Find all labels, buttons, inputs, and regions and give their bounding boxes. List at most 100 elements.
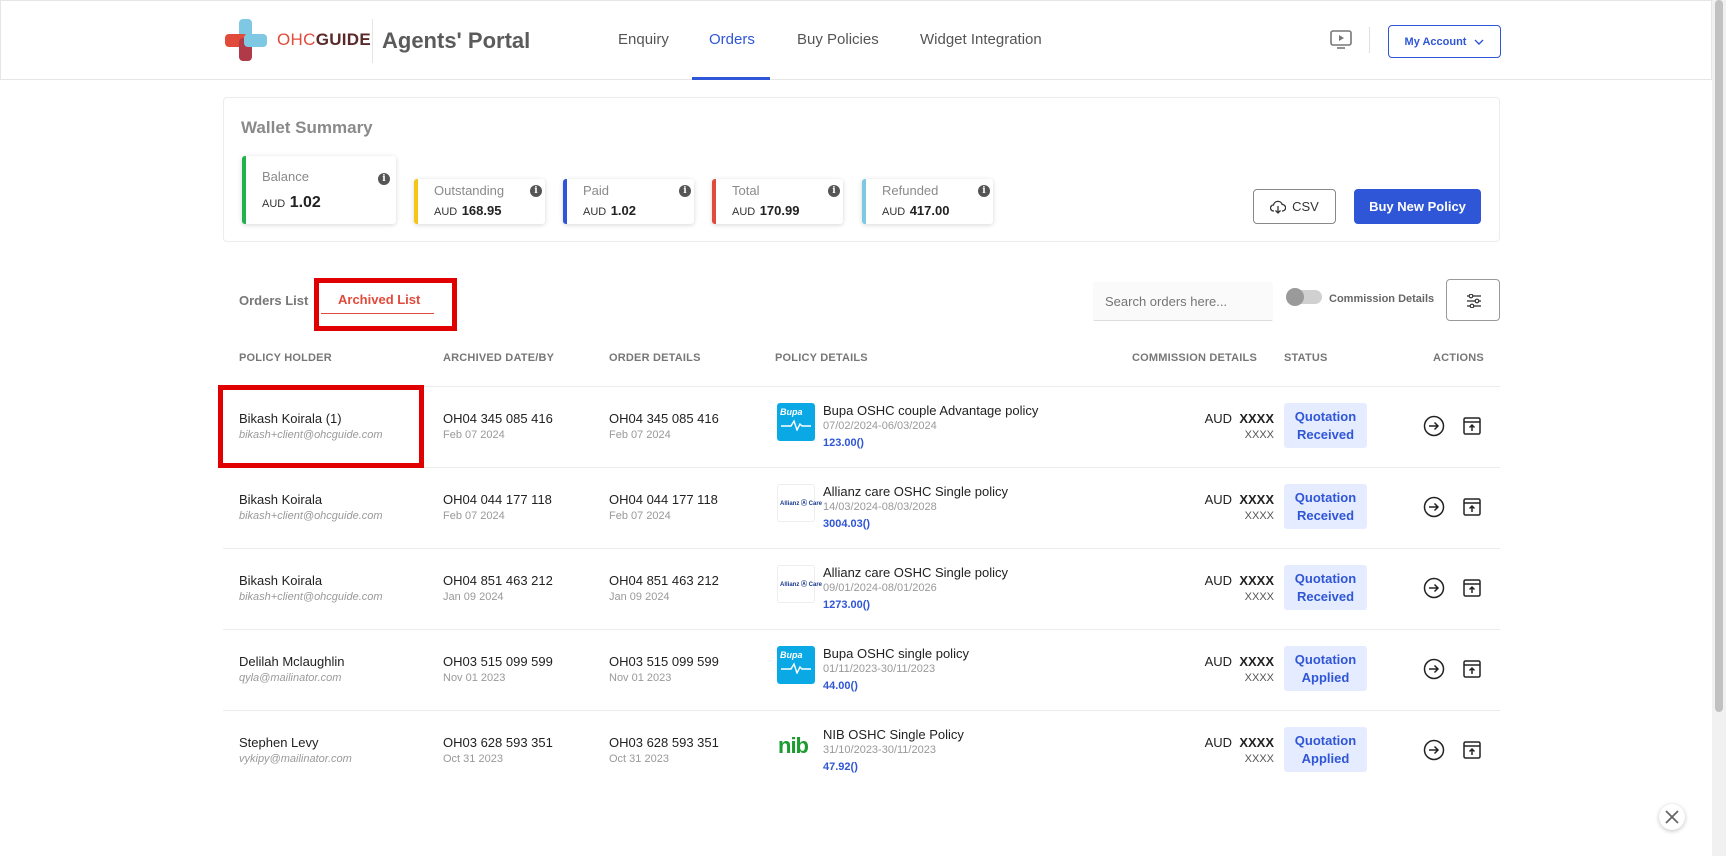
policy-dates: 01/11/2023-30/11/2023 — [823, 663, 936, 675]
commission-amount: AUD XXXX — [1154, 735, 1274, 750]
policy-dates: 31/10/2023-30/11/2023 — [823, 744, 936, 756]
order-number[interactable]: OH04 851 463 212 — [609, 573, 719, 588]
nav-enquiry[interactable]: Enquiry — [618, 31, 669, 48]
view-order-icon[interactable] — [1423, 415, 1445, 437]
info-icon[interactable]: i — [679, 185, 691, 197]
unarchive-icon[interactable] — [1461, 739, 1483, 761]
insurer-logo-allianz: Allianz Ⓐ Care — [777, 484, 822, 522]
policy-holder-name[interactable]: Delilah Mclaughlin — [239, 654, 345, 669]
logo-wordmark[interactable]: OHCGUIDE — [277, 30, 371, 50]
wallet-card-balance: Balance AUD 1.02 i — [242, 156, 396, 224]
nib-logo-text: nib — [778, 733, 809, 758]
policy-dates: 07/02/2024-06/03/2024 — [823, 420, 937, 432]
commission-sub-value: XXXX — [1244, 429, 1274, 441]
table-row[interactable]: Bikash Koirala bikash+client@ohcguide.co… — [223, 467, 1500, 548]
status-line-2: Applied — [1301, 751, 1350, 766]
table-row[interactable]: Bikash Koirala bikash+client@ohcguide.co… — [223, 548, 1500, 629]
info-icon[interactable]: i — [978, 185, 990, 197]
commission-currency: AUD — [1204, 411, 1233, 426]
policy-amount[interactable]: 3004.03() — [823, 518, 870, 530]
insurer-logo-bupa: Bupa — [777, 403, 815, 441]
policy-name: Bupa OSHC couple Advantage policy — [823, 403, 1039, 418]
order-number[interactable]: OH03 515 099 599 — [609, 654, 719, 669]
logo-text-guide: GUIDE — [315, 30, 372, 49]
policy-amount[interactable]: 123.00() — [823, 437, 864, 449]
policy-holder-email: vykipy@mailinator.com — [239, 753, 352, 765]
view-order-icon[interactable] — [1423, 658, 1445, 680]
tutorial-video-icon[interactable] — [1330, 30, 1352, 50]
policy-holder-email: qyla@mailinator.com — [239, 672, 342, 684]
policy-holder-name[interactable]: Bikash Koirala — [239, 573, 322, 588]
view-order-icon[interactable] — [1423, 496, 1445, 518]
view-order-icon[interactable] — [1423, 739, 1445, 761]
status-line-2: Applied — [1301, 670, 1350, 685]
currency-code: AUD — [583, 206, 607, 218]
sliders-icon — [1467, 294, 1481, 308]
archived-number: OH04 345 085 416 — [443, 411, 553, 426]
wallet-card-refunded: Refunded AUD 417.00 i — [862, 179, 993, 224]
commission-sub-value: XXXX — [1244, 591, 1274, 603]
col-header-policy-details[interactable]: POLICY DETAILS — [775, 352, 868, 364]
cloud-download-icon — [1270, 200, 1287, 214]
unarchive-icon[interactable] — [1461, 577, 1483, 599]
unarchive-icon[interactable] — [1461, 496, 1483, 518]
wallet-card-amount: AUD 168.95 — [434, 202, 501, 220]
nav-active-indicator — [692, 77, 770, 80]
status-line-1: Quotation — [1294, 733, 1357, 748]
info-icon[interactable]: i — [530, 185, 542, 197]
close-icon[interactable] — [1659, 804, 1685, 830]
nav-widget-integration[interactable]: Widget Integration — [920, 31, 1042, 48]
insurer-logo-allianz: Allianz Ⓐ Care — [777, 565, 822, 603]
archived-number: OH04 044 177 118 — [443, 492, 552, 507]
commission-value: XXXX — [1239, 735, 1274, 750]
policy-amount[interactable]: 44.00() — [823, 680, 858, 692]
policy-holder-name[interactable]: Stephen Levy — [239, 735, 319, 750]
wallet-card-value: 1.02 — [610, 203, 636, 218]
wallet-card-label: Paid — [583, 183, 610, 198]
policy-amount[interactable]: 1273.00() — [823, 599, 870, 611]
status-line-1: Quotation — [1294, 490, 1357, 505]
page-scrollbar-thumb[interactable] — [1715, 0, 1723, 712]
ohcguide-logo-icon[interactable] — [225, 19, 267, 61]
policy-holder-email: bikash+client@ohcguide.com — [239, 591, 383, 603]
unarchive-icon[interactable] — [1461, 415, 1483, 437]
bupa-logo-text: Bupa — [780, 650, 803, 660]
view-order-icon[interactable] — [1423, 577, 1445, 599]
col-header-order-details[interactable]: ORDER DETAILS — [609, 352, 701, 364]
order-number[interactable]: OH04 345 085 416 — [609, 411, 719, 426]
policy-amount[interactable]: 47.92() — [823, 761, 858, 773]
unarchive-icon[interactable] — [1461, 658, 1483, 680]
order-number[interactable]: OH04 044 177 118 — [609, 492, 718, 507]
chevron-down-icon — [1474, 39, 1484, 45]
filter-settings-button[interactable] — [1446, 279, 1500, 321]
order-date: Nov 01 2023 — [609, 672, 672, 684]
nav-buy-policies[interactable]: Buy Policies — [797, 31, 879, 48]
col-header-policy-holder[interactable]: POLICY HOLDER — [239, 352, 332, 364]
table-row[interactable]: Stephen Levy vykipy@mailinator.com OH03 … — [223, 710, 1500, 791]
info-icon[interactable]: i — [828, 185, 840, 197]
commission-amount: AUD XXXX — [1154, 654, 1274, 669]
col-header-status[interactable]: STATUS — [1284, 352, 1328, 364]
status-badge: Quotation Received — [1284, 403, 1367, 448]
info-icon[interactable]: i — [378, 173, 390, 185]
allianz-logo-text: Allianz Ⓐ Care — [780, 582, 823, 588]
top-header: OHCGUIDE Agents' Portal Enquiry Orders B… — [0, 0, 1712, 80]
archived-number: OH03 628 593 351 — [443, 735, 553, 750]
col-header-archived-date[interactable]: ARCHIVED DATE/BY — [443, 352, 554, 364]
buy-new-policy-button[interactable]: Buy New Policy — [1354, 189, 1481, 224]
bupa-logo-text: Bupa — [780, 407, 803, 417]
insurer-logo-nib: nib — [777, 727, 815, 765]
my-account-button[interactable]: My Account — [1388, 25, 1501, 58]
table-row[interactable]: Delilah Mclaughlin qyla@mailinator.com O… — [223, 629, 1500, 710]
insurer-logo-bupa: Bupa — [777, 646, 815, 684]
col-header-commission-details[interactable]: COMMISSION DETAILS — [1132, 352, 1257, 364]
wallet-card-value: 1.02 — [289, 194, 321, 211]
nav-orders[interactable]: Orders — [709, 31, 755, 48]
tab-orders-list[interactable]: Orders List — [239, 293, 308, 308]
csv-download-button[interactable]: CSV — [1253, 189, 1336, 224]
commission-toggle-knob[interactable] — [1286, 288, 1304, 306]
currency-code: AUD — [732, 206, 756, 218]
search-orders-input[interactable] — [1093, 282, 1273, 321]
order-number[interactable]: OH03 628 593 351 — [609, 735, 719, 750]
policy-holder-name[interactable]: Bikash Koirala — [239, 492, 322, 507]
